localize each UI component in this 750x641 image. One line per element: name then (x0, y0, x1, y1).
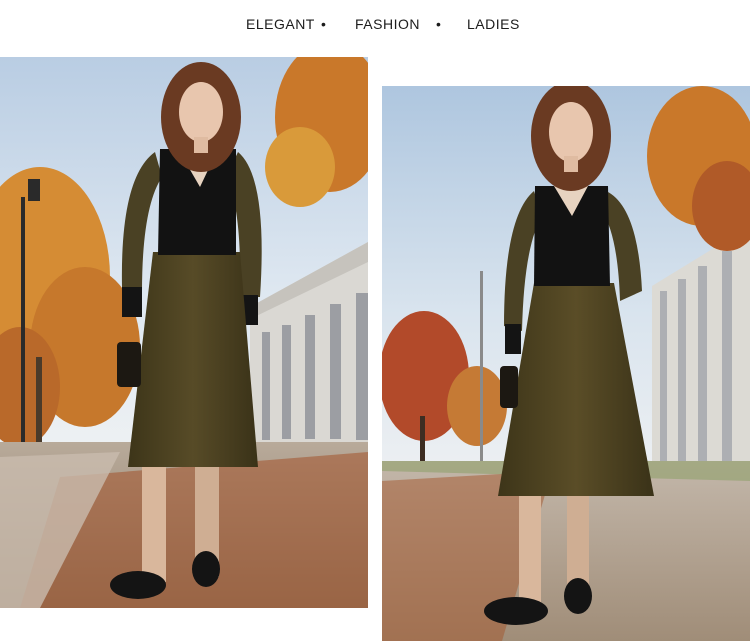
photo-scene-right (382, 86, 750, 641)
photo-scene-left (0, 57, 368, 608)
tagline-separator: • (321, 16, 327, 32)
tagline-word-ladies: LADIES (467, 16, 520, 32)
tagline-header: ELEGANT • FASHION • LADIES (0, 14, 750, 34)
model-photo-right (382, 86, 750, 641)
product-page: ELEGANT • FASHION • LADIES (0, 0, 750, 641)
model-photo-left (0, 57, 368, 608)
tagline-word-fashion: FASHION (355, 16, 420, 32)
tagline-word-elegant: ELEGANT (246, 16, 315, 32)
tagline-separator: • (436, 16, 442, 32)
